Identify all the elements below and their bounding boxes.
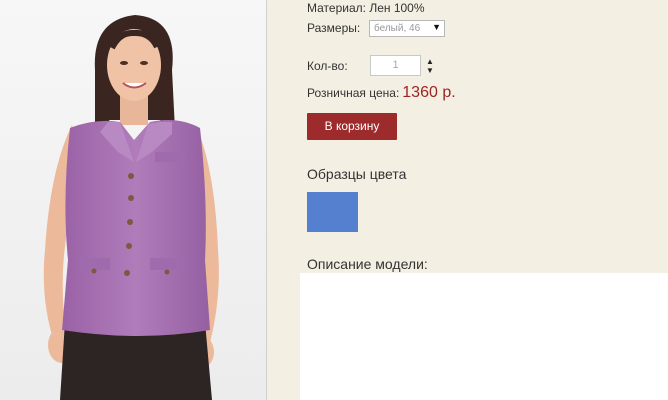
product-photo[interactable] xyxy=(0,0,267,400)
triangle-up-icon[interactable]: ▲ xyxy=(426,57,434,66)
qty-label: Кол-во: xyxy=(307,59,348,73)
selected-size: белый, 46 xyxy=(374,23,421,34)
product-photo-image xyxy=(0,0,266,400)
description-panel xyxy=(300,273,668,400)
material-row: Материал: Лен 100% xyxy=(307,1,425,15)
color-swatch[interactable] xyxy=(307,192,358,232)
triangle-down-icon: ▼ xyxy=(432,22,441,32)
price-value: 1360 р. xyxy=(402,84,456,101)
sizes-label: Размеры: xyxy=(307,21,361,35)
material-value: Лен 100% xyxy=(369,1,425,15)
price-row: Розничная цена: 1360 р. xyxy=(307,84,456,102)
size-select[interactable]: белый, 46 ▼ xyxy=(369,20,445,37)
add-to-cart-button[interactable]: В корзину xyxy=(307,113,397,140)
quantity-stepper[interactable]: ▲ ▼ xyxy=(426,57,434,75)
material-label: Материал: xyxy=(307,1,366,15)
swatches-title: Образцы цвета xyxy=(307,166,407,182)
description-title: Описание модели: xyxy=(307,256,428,272)
quantity-input[interactable]: 1 xyxy=(370,55,421,76)
price-label: Розничная цена: xyxy=(307,86,400,100)
triangle-down-icon[interactable]: ▼ xyxy=(426,66,434,75)
